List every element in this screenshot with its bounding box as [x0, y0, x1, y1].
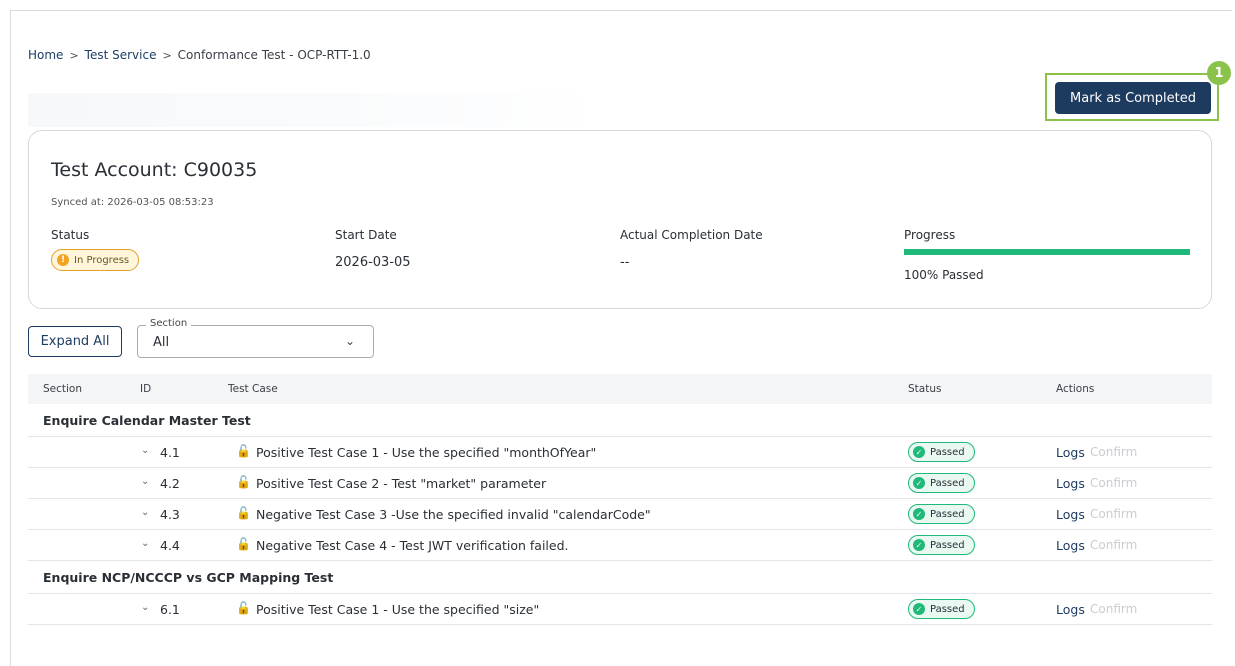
progress-text: 100% Passed: [904, 268, 984, 282]
test-case-name: Negative Test Case 4 - Test JWT verifica…: [256, 538, 569, 553]
section-select-value: All: [153, 335, 170, 350]
status-badge-text: In Progress: [74, 254, 130, 266]
confirm-link[interactable]: Confirm: [1090, 602, 1137, 616]
confirm-link[interactable]: Confirm: [1090, 445, 1137, 459]
table-row: ⌄ 4.1 🔓 Positive Test Case 1 - Use the spec…: [28, 437, 1212, 468]
lock-icon: 🔓: [236, 475, 251, 489]
logs-link[interactable]: Logs: [1056, 602, 1085, 617]
expand-all-button[interactable]: Expand All: [28, 326, 122, 357]
column-header-test-case: Test Case: [228, 383, 278, 395]
logs-link[interactable]: Logs: [1056, 445, 1085, 460]
section-group-row: Enquire NCP/NCCCP vs GCP Mapping Test: [28, 561, 1212, 594]
lock-icon: 🔓: [236, 537, 251, 551]
table-row: ⌄ 4.3 🔓 Negative Test Case 3 -Use the speci…: [28, 499, 1212, 530]
passed-status-badge: ✓ Passed: [908, 504, 975, 524]
passed-status-text: Passed: [930, 508, 965, 520]
test-case-name: Positive Test Case 2 - Test "market" par…: [256, 476, 547, 491]
confirm-link[interactable]: Confirm: [1090, 538, 1137, 552]
test-case-name: Positive Test Case 1 - Use the specified…: [256, 445, 597, 460]
lock-icon: 🔓: [236, 444, 251, 458]
breadcrumb: Home > Test Service > Conformance Test -…: [28, 48, 371, 62]
table-row: ⌄ 6.1 🔓 Positive Test Case 1 - Use the spec…: [28, 594, 1212, 625]
progress-bar: [904, 249, 1190, 255]
status-badge: ! In Progress: [51, 249, 140, 271]
section-group-title: Enquire NCP/NCCCP vs GCP Mapping Test: [43, 570, 334, 585]
test-case-table: Section ID Test Case Status Actions Enqu…: [28, 374, 1212, 625]
mark-as-completed-button[interactable]: Mark as Completed: [1055, 82, 1211, 114]
passed-status-text: Passed: [930, 477, 965, 489]
account-title: Test Account: C90035: [51, 159, 258, 181]
passed-status-badge: ✓ Passed: [908, 442, 975, 462]
mark-completed-highlight: Mark as Completed: [1045, 73, 1219, 121]
lock-icon: 🔓: [236, 601, 251, 615]
column-header-id: ID: [140, 383, 152, 395]
chevron-down-icon[interactable]: ⌄: [141, 476, 149, 487]
check-icon: ✓: [913, 508, 925, 520]
check-icon: ✓: [913, 446, 925, 458]
check-icon: ✓: [913, 539, 925, 551]
chevron-down-icon[interactable]: ⌄: [141, 602, 149, 613]
test-case-id: 4.4: [160, 538, 180, 553]
column-header-section: Section: [43, 383, 83, 395]
step-badge: 1: [1207, 61, 1231, 85]
passed-status-badge: ✓ Passed: [908, 473, 975, 493]
status-label: Status: [51, 228, 90, 242]
table-row: ⌄ 4.4 🔓 Negative Test Case 4 - Test JWT ver…: [28, 530, 1212, 561]
test-case-id: 4.1: [160, 445, 180, 460]
table-header: Section ID Test Case Status Actions: [28, 374, 1212, 404]
progress-label: Progress: [904, 228, 956, 242]
passed-status-text: Passed: [930, 446, 965, 458]
breadcrumb-test-service[interactable]: Test Service: [85, 48, 157, 62]
section-group-row: Enquire Calendar Master Test: [28, 404, 1212, 437]
progress-bar-fill: [904, 249, 1190, 255]
test-case-id: 6.1: [160, 602, 180, 617]
test-case-id: 4.2: [160, 476, 180, 491]
chevron-down-icon[interactable]: ⌄: [141, 507, 149, 518]
check-icon: ✓: [913, 603, 925, 615]
chevron-down-icon[interactable]: ⌄: [141, 445, 149, 456]
section-select[interactable]: Section All ⌄: [137, 318, 374, 358]
logs-link[interactable]: Logs: [1056, 538, 1085, 553]
check-icon: ✓: [913, 477, 925, 489]
breadcrumb-separator-icon: >: [162, 48, 172, 62]
test-case-name: Positive Test Case 1 - Use the specified…: [256, 602, 540, 617]
breadcrumb-separator-icon: >: [69, 48, 79, 62]
warning-icon: !: [57, 254, 69, 266]
start-date-label: Start Date: [335, 228, 397, 242]
start-date-value: 2026-03-05: [335, 255, 411, 270]
passed-status-text: Passed: [930, 539, 965, 551]
passed-status-badge: ✓ Passed: [908, 599, 975, 619]
confirm-link[interactable]: Confirm: [1090, 476, 1137, 490]
test-case-name: Negative Test Case 3 -Use the specified …: [256, 507, 651, 522]
test-case-id: 4.3: [160, 507, 180, 522]
passed-status-text: Passed: [930, 603, 965, 615]
header-band: [28, 93, 603, 127]
logs-link[interactable]: Logs: [1056, 476, 1085, 491]
breadcrumb-home[interactable]: Home: [28, 48, 63, 62]
passed-status-badge: ✓ Passed: [908, 535, 975, 555]
logs-link[interactable]: Logs: [1056, 507, 1085, 522]
confirm-link[interactable]: Confirm: [1090, 507, 1137, 521]
table-row: ⌄ 4.2 🔓 Positive Test Case 2 - Test "market…: [28, 468, 1212, 499]
section-select-label: Section: [146, 318, 192, 329]
account-summary-card: Test Account: C90035 Synced at: 2026-03-…: [28, 130, 1212, 309]
synced-timestamp: Synced at: 2026-03-05 08:53:23: [51, 197, 214, 208]
column-header-actions: Actions: [1056, 383, 1095, 395]
completion-date-label: Actual Completion Date: [620, 228, 763, 242]
breadcrumb-current: Conformance Test - OCP-RTT-1.0: [177, 48, 371, 62]
lock-icon: 🔓: [236, 506, 251, 520]
chevron-down-icon: ⌄: [344, 334, 355, 348]
chevron-down-icon[interactable]: ⌄: [141, 538, 149, 549]
completion-date-value: --: [620, 255, 630, 270]
section-group-title: Enquire Calendar Master Test: [43, 413, 251, 428]
column-header-status: Status: [908, 383, 942, 395]
